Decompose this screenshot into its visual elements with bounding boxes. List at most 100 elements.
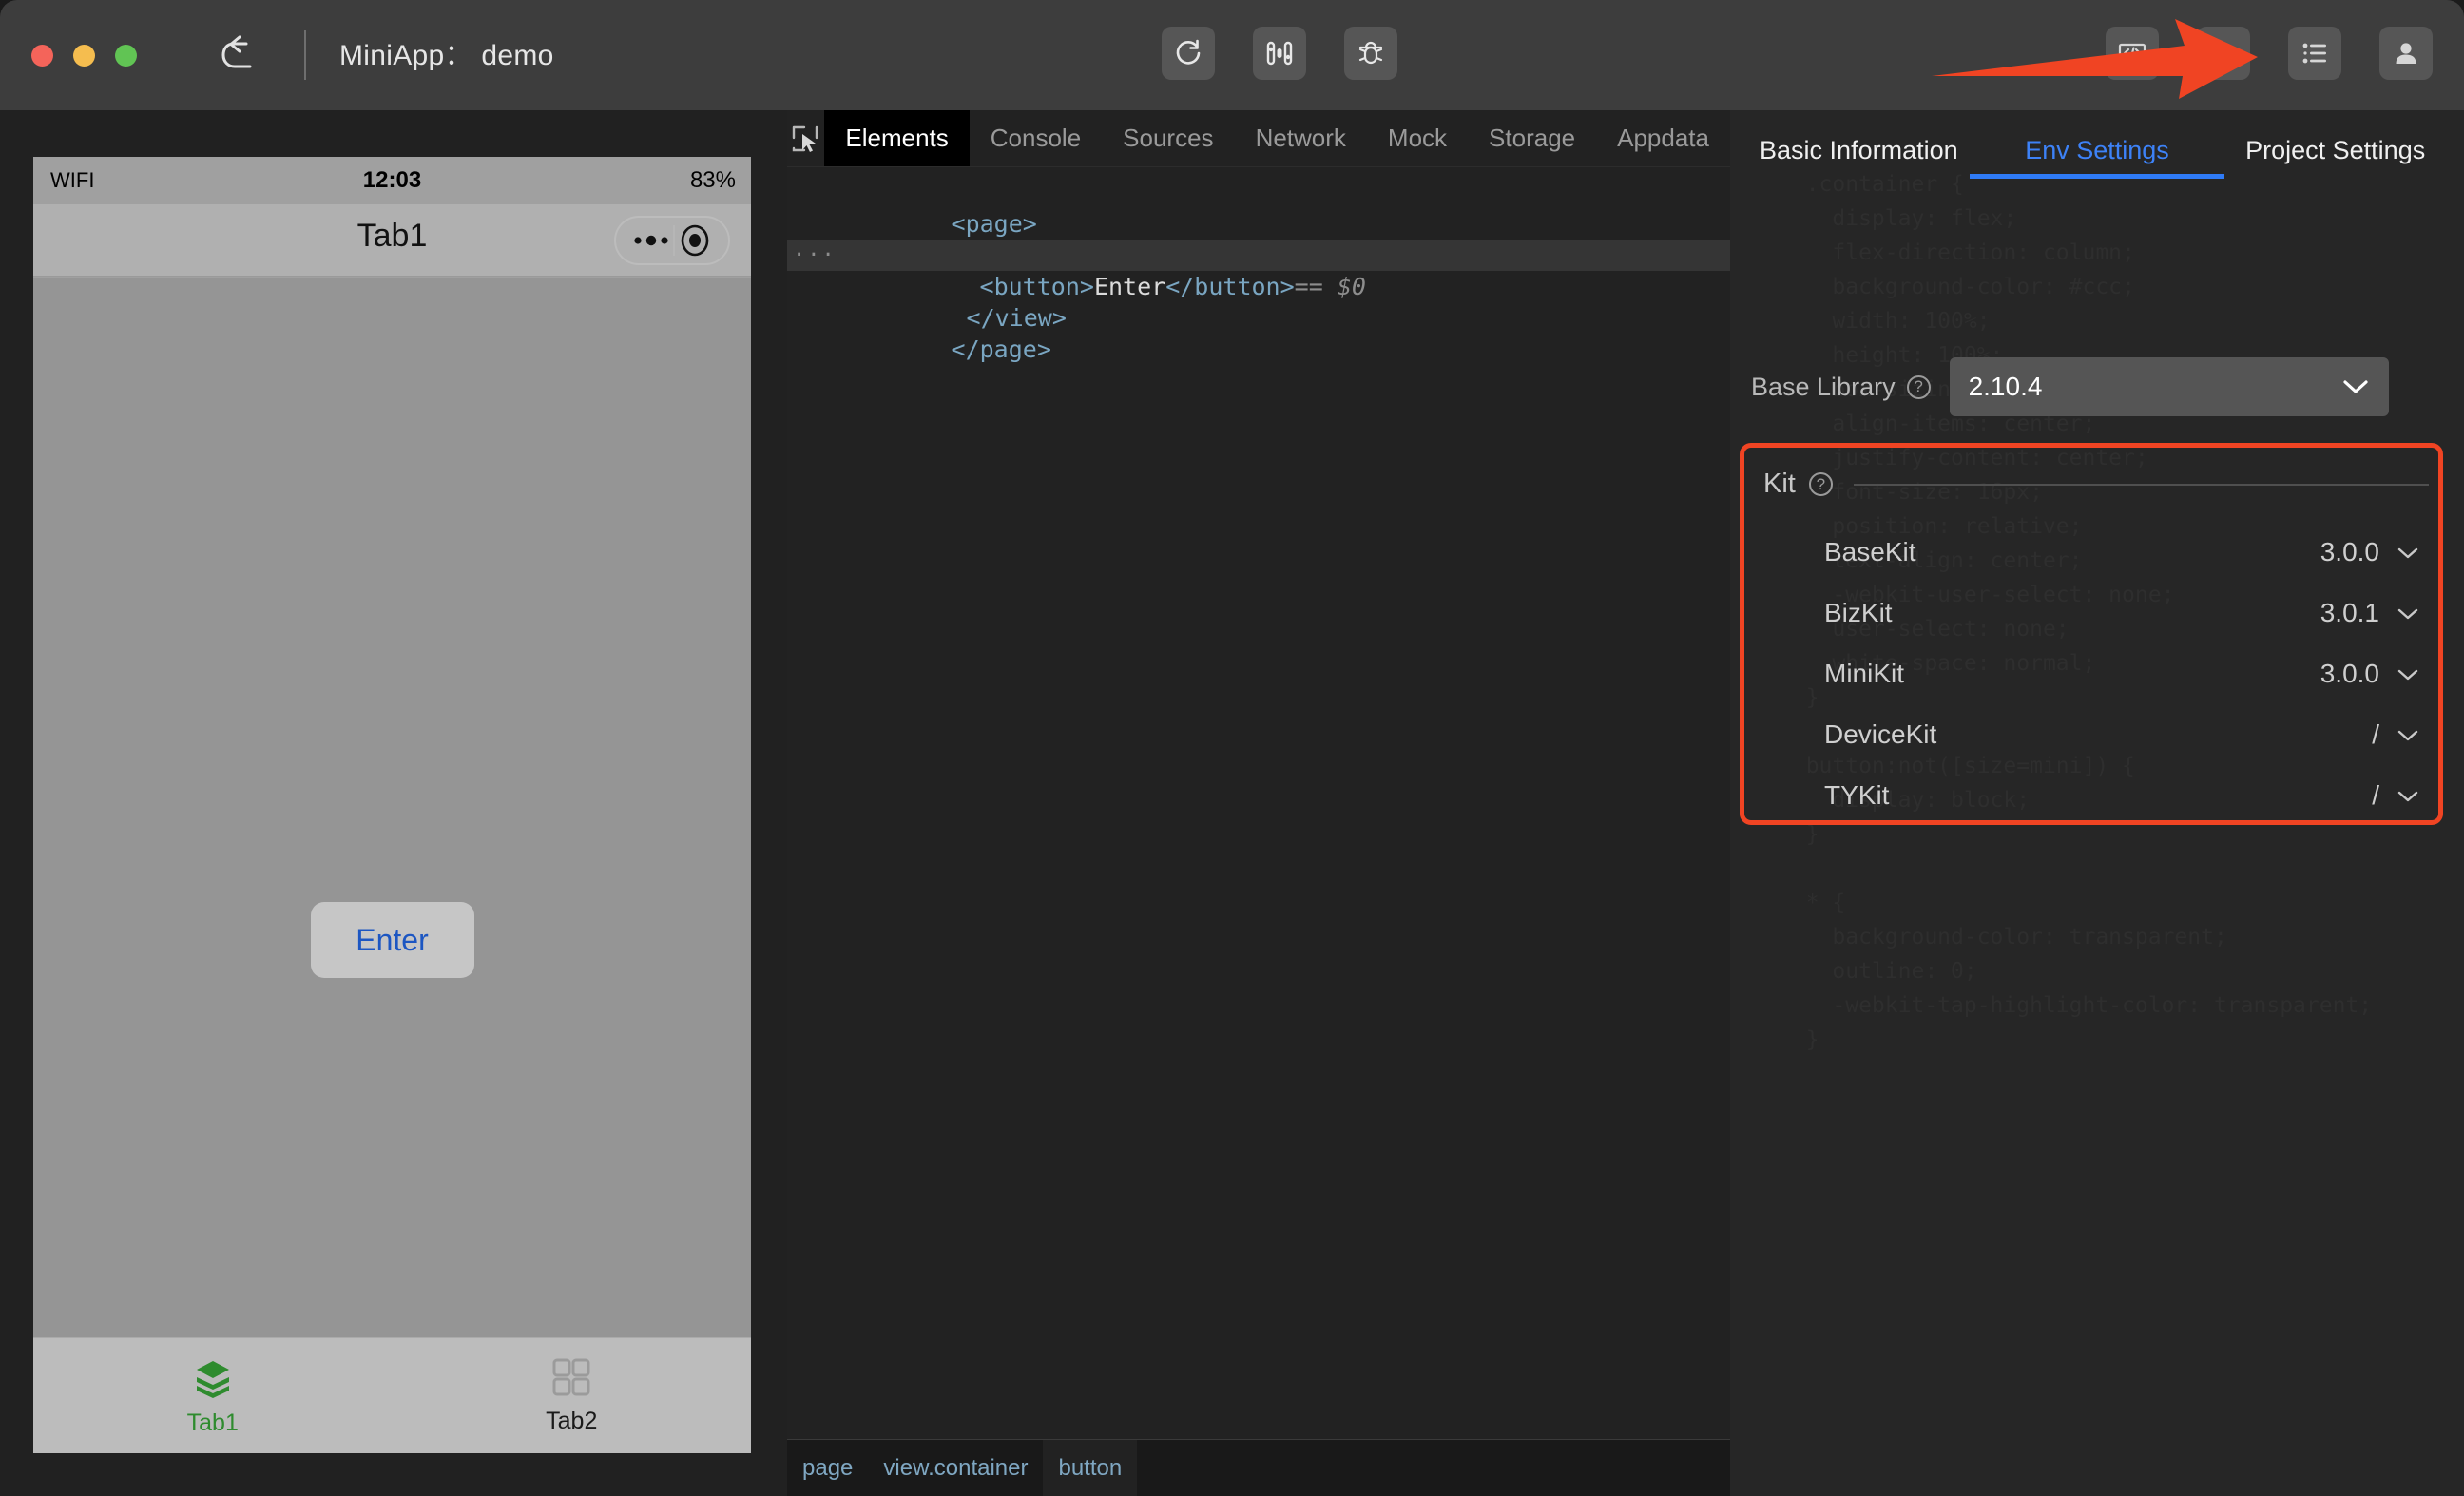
- kit-value-devicekit: /: [2372, 719, 2379, 749]
- undo-button[interactable]: [217, 30, 268, 80]
- tab-appdata[interactable]: Appdata: [1596, 110, 1730, 166]
- dom-line-page-open[interactable]: <page>: [787, 177, 1730, 238]
- tab-env-settings[interactable]: Env Settings: [1978, 136, 2217, 179]
- tab-item-tab2[interactable]: Tab2: [393, 1338, 752, 1453]
- kit-value-minikit: 3.0.0: [2320, 659, 2379, 688]
- tab-label-tab2: Tab2: [546, 1408, 598, 1434]
- tab-mock[interactable]: Mock: [1367, 110, 1468, 166]
- tab-basic-information[interactable]: Basic Information: [1740, 136, 1978, 179]
- tab-sources[interactable]: Sources: [1102, 110, 1234, 166]
- tab-storage[interactable]: Storage: [1468, 110, 1596, 166]
- dom-line-button[interactable]: ··· <button>Enter</button>== $0: [787, 240, 1730, 300]
- center-toolbar: [1162, 27, 1397, 80]
- account-button[interactable]: [2379, 27, 2433, 80]
- status-battery: 83%: [689, 167, 736, 193]
- kit-value-basekit: 3.0.0: [2320, 537, 2379, 566]
- kit-name-devicekit: DeviceKit: [1824, 719, 1937, 749]
- grid-icon: [550, 1356, 592, 1398]
- kit-name-tykit: TYKit: [1824, 780, 1890, 810]
- breadcrumb-button[interactable]: button: [1043, 1439, 1138, 1496]
- help-icon[interactable]: ?: [1906, 374, 1931, 399]
- preview-button[interactable]: [2106, 27, 2159, 80]
- kit-row-devicekit[interactable]: DeviceKit /: [1744, 719, 2448, 750]
- enter-button[interactable]: Enter: [310, 902, 474, 978]
- kit-value-tykit: /: [2372, 780, 2379, 810]
- kit-name-basekit: BaseKit: [1824, 537, 1916, 566]
- title-bar: MiniApp： demo: [0, 0, 2464, 110]
- upload-button[interactable]: [2197, 27, 2250, 80]
- settings-pane: .container { display: flex; flex-directi…: [1730, 110, 2464, 1496]
- close-window-button[interactable]: [31, 45, 53, 67]
- devtools-tab-bar: Elements Console Sources Network Mock St…: [787, 110, 1730, 167]
- refresh-button[interactable]: [1162, 27, 1215, 80]
- right-toolbar: [2106, 27, 2433, 80]
- simulator-pane: WIFI 12:03 83% Tab1 Enter Tab1 Tab2: [0, 110, 787, 1496]
- tab-console[interactable]: Console: [970, 110, 1102, 166]
- minimize-window-button[interactable]: [73, 45, 95, 67]
- chevron-down-icon[interactable]: [2397, 606, 2419, 621]
- chevron-down-icon[interactable]: [2341, 377, 2370, 396]
- sliders-button[interactable]: [1253, 27, 1306, 80]
- chevron-down-icon[interactable]: [2397, 546, 2419, 560]
- inspect-cursor-icon: [790, 124, 820, 154]
- layers-icon: [190, 1354, 236, 1400]
- chevron-down-icon[interactable]: [2397, 728, 2419, 742]
- sliders-icon: [1263, 37, 1296, 69]
- kit-value-bizkit-wrap[interactable]: 3.0.1: [2320, 598, 2419, 628]
- kit-name-bizkit: BizKit: [1824, 598, 1893, 627]
- list-menu-icon: [2299, 37, 2331, 69]
- dom-text-page-close: </page>: [951, 336, 1051, 363]
- dom-tree: <page> ▼<view class="container">flex ···…: [787, 167, 1730, 1439]
- base-library-label: Base Library ?: [1751, 373, 1931, 402]
- dom-line-view-open[interactable]: ▼<view class="container">flex: [787, 208, 1730, 269]
- kit-row-minikit[interactable]: MiniKit 3.0.0: [1744, 659, 2448, 689]
- kit-row-tykit[interactable]: TYKit /: [1744, 780, 2448, 811]
- chevron-down-icon[interactable]: [2397, 667, 2419, 681]
- capsule-menu[interactable]: [614, 216, 730, 265]
- breadcrumb-view-container[interactable]: view.container: [868, 1440, 1043, 1496]
- kit-row-bizkit[interactable]: BizKit 3.0.1: [1744, 598, 2448, 628]
- tab-item-tab1[interactable]: Tab1: [33, 1338, 393, 1453]
- phone-content: Enter: [33, 278, 751, 1337]
- phone-tab-bar: Tab1 Tab2: [33, 1337, 751, 1453]
- kit-title: Kit: [1763, 469, 1796, 499]
- kit-value-minikit-wrap[interactable]: 3.0.0: [2320, 659, 2419, 689]
- tab-elements[interactable]: Elements: [824, 110, 970, 166]
- chevron-down-icon[interactable]: [2397, 789, 2419, 803]
- kit-header: Kit ?: [1763, 469, 2429, 500]
- page-title: MiniApp： demo: [339, 40, 554, 71]
- title-divider: [304, 30, 306, 80]
- more-dots-icon[interactable]: [629, 231, 673, 250]
- tab-network[interactable]: Network: [1235, 110, 1367, 166]
- base-library-select[interactable]: 2.10.4: [1949, 357, 2389, 416]
- kit-value-devicekit-wrap[interactable]: /: [2372, 719, 2419, 750]
- dom-gutter-dots[interactable]: ···: [793, 240, 837, 271]
- inspect-element-button[interactable]: [787, 110, 824, 166]
- kit-value-bizkit: 3.0.1: [2320, 598, 2379, 627]
- kit-value-basekit-wrap[interactable]: 3.0.0: [2320, 537, 2419, 567]
- window-controls: [31, 45, 137, 67]
- details-button[interactable]: [2288, 27, 2341, 80]
- debug-button[interactable]: [1344, 27, 1397, 80]
- maximize-window-button[interactable]: [115, 45, 137, 67]
- phone-nav-bar: Tab1: [33, 204, 751, 277]
- kit-row-basekit[interactable]: BaseKit 3.0.0: [1744, 537, 2448, 567]
- phone-simulator: WIFI 12:03 83% Tab1 Enter Tab1 Tab2: [33, 157, 751, 1453]
- account-icon: [2390, 37, 2422, 69]
- main-body: WIFI 12:03 83% Tab1 Enter Tab1 Tab2 Elem…: [0, 110, 2464, 1496]
- undo-arrow-icon: [221, 34, 264, 76]
- bug-icon: [1355, 37, 1387, 69]
- code-preview-icon: [2116, 37, 2148, 69]
- kit-value-tykit-wrap[interactable]: /: [2372, 780, 2419, 811]
- app-window: MiniApp： demo WIFI 12:03 83% Tab1 Enter …: [0, 0, 2464, 1496]
- dom-line-page-close[interactable]: </page>: [787, 302, 1730, 363]
- kit-help-icon[interactable]: ?: [1808, 472, 1833, 496]
- tab-project-settings[interactable]: Project Settings: [2216, 136, 2454, 179]
- target-circle-icon[interactable]: [675, 221, 715, 259]
- dom-line-view-close[interactable]: </view>: [787, 271, 1730, 332]
- breadcrumb: page view.container button: [787, 1439, 1730, 1496]
- base-library-label-text: Base Library: [1751, 372, 1896, 401]
- breadcrumb-page[interactable]: page: [787, 1440, 868, 1496]
- refresh-icon: [1172, 37, 1204, 69]
- status-time: 12:03: [362, 167, 422, 193]
